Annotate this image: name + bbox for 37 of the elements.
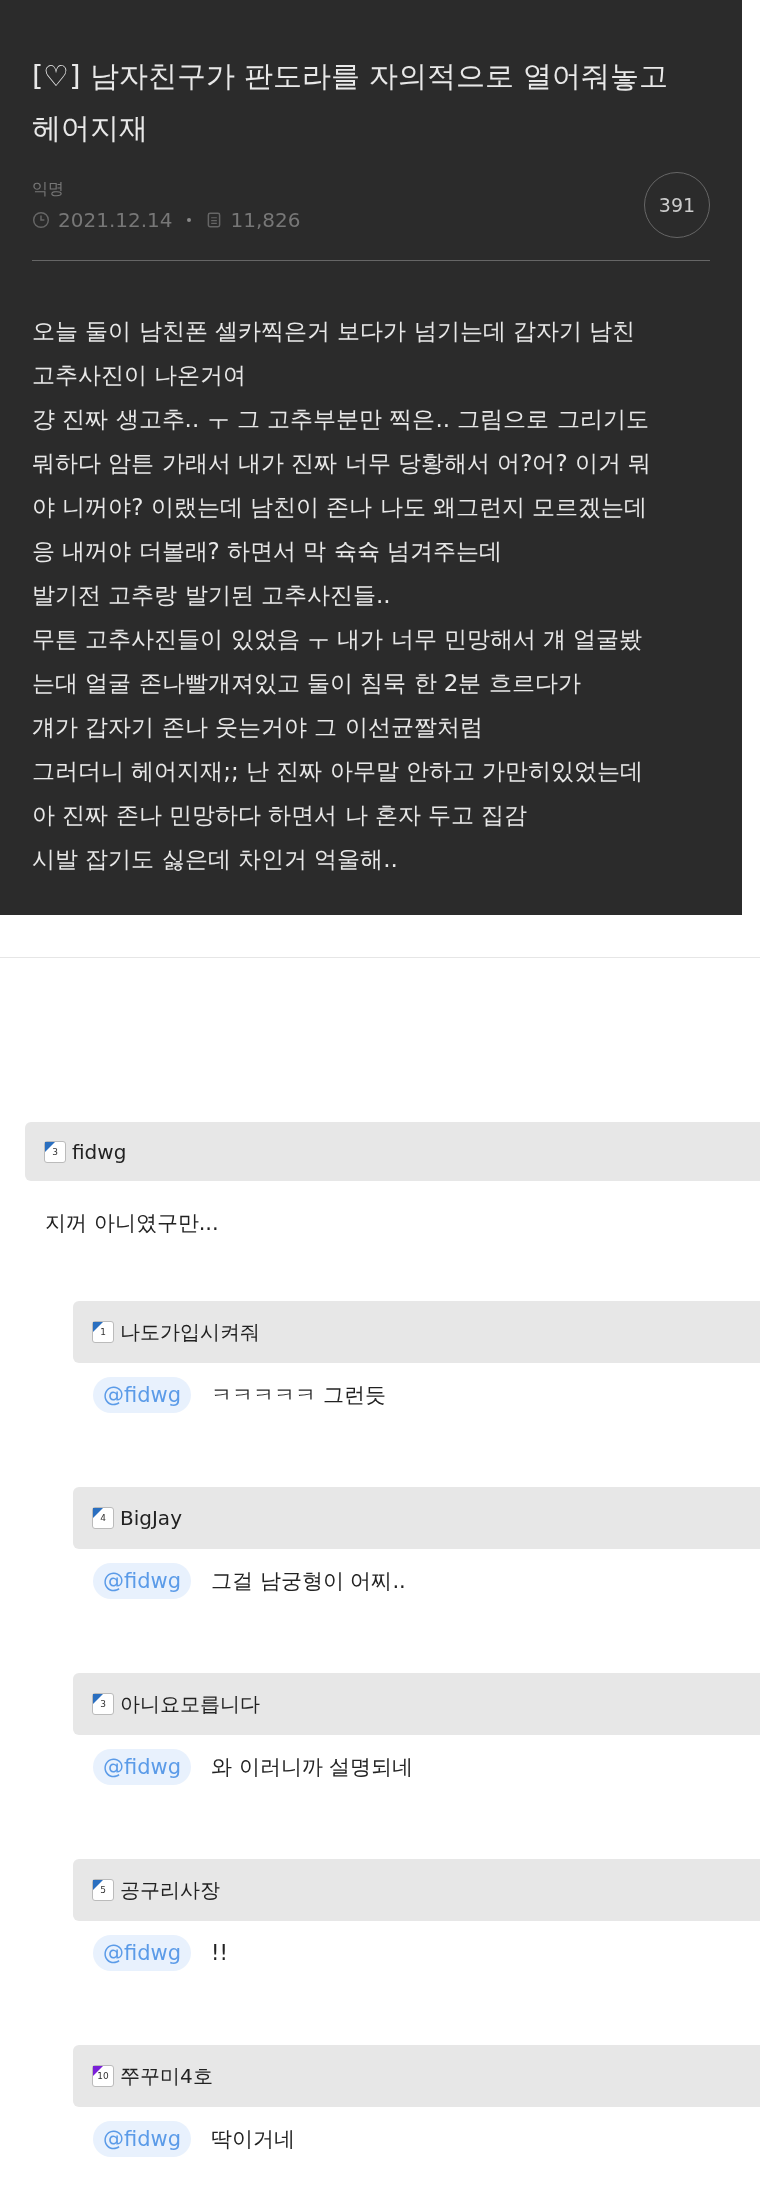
reply-text: ㅋㅋㅋㅋㅋ 그런듯 bbox=[211, 1382, 386, 1409]
level-icon: 10 bbox=[92, 2065, 114, 2087]
comment-text: 지꺼 아니였구만... bbox=[44, 1210, 220, 1237]
level-icon: 5 bbox=[92, 1879, 114, 1901]
reply-author[interactable]: 쭈꾸미4호 bbox=[120, 2062, 213, 2090]
comment-author[interactable]: fidwg bbox=[72, 1139, 127, 1164]
reply-text: 그걸 남궁형이 어찌.. bbox=[211, 1568, 406, 1595]
reply-text: 딱이거네 bbox=[211, 2126, 296, 2153]
post-title: [♡] 남자친구가 판도라를 자의적으로 열어줘놓고 헤어지재 bbox=[32, 58, 670, 147]
level-icon: 1 bbox=[92, 1321, 114, 1343]
post-text-line: 고추사진이 나온거여 bbox=[32, 361, 248, 390]
post-text-line: 아 진짜 존나 민망하다 하면서 나 혼자 두고 집감 bbox=[32, 801, 529, 830]
post-date: 2021.12.14 bbox=[58, 207, 173, 232]
post-text-line: 발기전 고추랑 발기된 고추사진들.. bbox=[32, 581, 392, 610]
level-icon: 3 bbox=[92, 1693, 114, 1715]
separator-dot bbox=[186, 217, 191, 222]
post-text-line: 시발 잡기도 싫은데 차인거 억울해.. bbox=[32, 845, 399, 874]
post-text-line: 무튼 고추사진들이 있었음 ㅜ 내가 너무 민망해서 걔 얼굴봤 bbox=[32, 625, 644, 654]
level-icon: 4 bbox=[92, 1507, 114, 1529]
post-text-line: 뭐하다 암튼 가래서 내가 진짜 너무 당황해서 어?어? 이거 뭐 bbox=[32, 449, 653, 478]
author-name: 익명 bbox=[32, 178, 65, 200]
post-text-line: 는대 얼굴 존나빨개져있고 둘이 침묵 한 2분 흐르다가 bbox=[32, 669, 582, 698]
clock-icon bbox=[32, 210, 50, 229]
reply-author[interactable]: BigJay bbox=[120, 1506, 182, 1530]
post-text-line: 걔가 갑자기 존나 웃는거야 그 이선균짤처럼 bbox=[32, 713, 484, 742]
reply-text: 와 이러니까 설명되네 bbox=[211, 1754, 414, 1781]
post-text-line: 걍 진짜 생고추.. ㅜ 그 고추부분만 찍은.. 그림으로 그리기도 bbox=[32, 405, 650, 434]
post-text-line: 야 니꺼야? 이랬는데 남친이 존나 나도 왜그런지 모르겠는데 bbox=[32, 493, 649, 522]
level-icon: 3 bbox=[44, 1140, 66, 1163]
view-count: 11,826 bbox=[230, 207, 301, 232]
reply-author[interactable]: 아니요모릅니다 bbox=[120, 1690, 260, 1718]
reply-text: !! bbox=[211, 1941, 228, 1965]
post-text-line: 그러더니 헤어지재;; 난 진짜 아무말 안하고 가만히있었는데 bbox=[32, 757, 645, 786]
post-text-line: 오늘 둘이 남친폰 셀카찍은거 보다가 넘기는데 갑자기 남친 bbox=[32, 317, 637, 346]
post-text-line: 응 내꺼야 더볼래? 하면서 막 슉슉 넘겨주는데 bbox=[32, 537, 504, 566]
reply-author[interactable]: 공구리사장 bbox=[120, 1876, 220, 1904]
reply-author[interactable]: 나도가입시켜줘 bbox=[120, 1318, 260, 1346]
